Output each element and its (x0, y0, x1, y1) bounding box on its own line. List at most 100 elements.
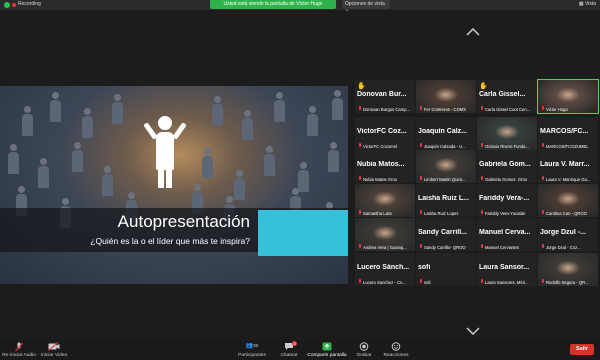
microphone-muted-icon (420, 244, 422, 248)
participant-label-text: Victor Hugo (546, 107, 568, 112)
share-screen-button[interactable]: Compartir pantalla (304, 340, 350, 360)
participant-tile[interactable]: Fer Contreras - CDMX (416, 80, 476, 113)
participant-label-text: Carla Gissel Coot Cen... (485, 107, 531, 112)
participant-label: MARCOS/FCOZUMEL (540, 143, 598, 149)
participant-tile[interactable]: Fariddy Vera-... Fariddy Vera-Yucatán (477, 184, 537, 217)
participant-name: Jorge Dzul -... (540, 229, 586, 236)
participant-tile[interactable]: Carolina Can - QROO (538, 184, 598, 217)
participant-label-text: Laura V. Manrique Ga... (546, 177, 591, 182)
gallery-scroll-down-icon[interactable] (466, 327, 480, 335)
participant-label: Manuel Cervantes (479, 244, 537, 250)
participant-tile[interactable]: Jorge Dzul -... Jorge Dzul - Coz... (538, 218, 598, 251)
microphone-muted-icon (420, 106, 422, 110)
participant-tile[interactable]: Rodolfo Segura - QR... (538, 253, 598, 286)
participant-tile[interactable]: Lucero Sánch... Lucero Sanchez - Co... (355, 253, 415, 286)
participant-label: Joaquín Calzada - U... (418, 143, 476, 149)
unmute-button[interactable]: Re-iniciar Audio (2, 340, 36, 360)
participant-tile[interactable]: Laura Sansor... Laura Sansores, Méri... (477, 253, 537, 286)
share-screen-label: Compartir pantalla (307, 353, 347, 358)
participants-label: Participantes (238, 353, 266, 358)
participant-tile[interactable]: Limbert Martin Quint... (416, 150, 476, 183)
participant-tile[interactable]: Sandy Carrill... Sandy Carrillo- QROO (416, 218, 476, 251)
reactions-button[interactable]: Reacciones (380, 340, 412, 360)
participant-name: Donovan Bur... (357, 91, 407, 98)
record-button[interactable]: Grabar (352, 340, 376, 360)
participant-name: Laisha Ruiz L... (418, 195, 469, 202)
crowd-figure (272, 92, 286, 122)
security-shield-icon[interactable] (4, 2, 10, 8)
participant-tile[interactable]: Manuel Cerva... Manuel Cervantes (477, 218, 537, 251)
participant-label-text: Rodolfo Segura - QR... (546, 280, 589, 285)
participant-label: Carolina Can - QROO (540, 210, 598, 216)
microphone-muted-icon (359, 143, 361, 147)
participant-name: MARCOS/FC... (540, 128, 589, 135)
participant-tile[interactable]: Laura V. Marr... Laura V. Manrique Ga... (538, 150, 598, 183)
participant-label: Sandy Carrillo- QROO (418, 244, 476, 250)
participants-button[interactable]: 👥80 Participantes (234, 340, 270, 360)
participant-tile[interactable]: VictorFC Coz... VictorFC Cozumel (355, 117, 415, 150)
participant-label-text: Samantha Lara (363, 211, 392, 216)
participant-label: sofi (418, 279, 476, 285)
participant-tile[interactable]: Andrea Vera | Guanaj... (355, 218, 415, 251)
crowd-figure (326, 142, 340, 172)
view-options-label: Opciones de vista (345, 1, 385, 7)
participant-label: VictorFC Cozumel (357, 143, 415, 149)
participant-name: Joaquín Calz... (418, 128, 468, 135)
participant-tile[interactable]: Nubia Matos... Nubia Matos Groo (355, 150, 415, 183)
gallery-scroll-up-icon[interactable] (466, 28, 480, 36)
chat-button[interactable]: 3 Chatear (276, 340, 302, 360)
microphone-muted-icon (15, 342, 23, 352)
participant-tile[interactable]: ✋ Carla Gissel... Carla Gissel Coot Cen... (477, 80, 537, 113)
recording-label: Recording (18, 1, 41, 7)
crowd-figure (305, 106, 319, 136)
participant-label-text: Manuel Cervantes (485, 245, 519, 250)
microphone-muted-icon (420, 176, 422, 180)
participant-tile[interactable]: Gabriela Gom... Gabriela Gomez. Groo (477, 150, 537, 183)
leave-button[interactable]: Salir (570, 344, 594, 355)
participant-tile[interactable]: Victor Hugo (537, 79, 599, 114)
participant-label-text: Laisha Ruiz Lopez (424, 211, 459, 216)
crowd-figure (100, 166, 114, 196)
participant-label-text: Laura Sansores, Méri... (485, 280, 529, 285)
participant-label-text: Nubia Matos Groo (363, 177, 397, 182)
participant-name: Sandy Carrill... (418, 229, 468, 236)
view-button[interactable]: ▦ Vista (579, 1, 596, 7)
participant-label-text: sofi (424, 280, 431, 285)
participant-name: VictorFC Coz... (357, 128, 407, 135)
participant-label-text: Gabriela Gomez. Groo (485, 177, 528, 182)
microphone-muted-icon (481, 176, 483, 180)
participant-tile[interactable]: ✋ Donovan Bur... Donovan Burgos Camp... (355, 80, 415, 113)
participant-label: Limbert Martin Quint... (418, 176, 476, 182)
crowd-figure (70, 142, 84, 172)
microphone-muted-icon (420, 279, 422, 283)
participant-tile[interactable]: Joaquín Calz... Joaquín Calzada - U... (416, 117, 476, 150)
participant-label-text: Jorge Dzul - Coz... (546, 245, 581, 250)
crowd-figure (6, 144, 20, 174)
participant-label: Gabriela Gomez. Groo (479, 176, 537, 182)
participant-tile[interactable]: Octavio Rivero Funda... (477, 117, 537, 150)
screen-share-banner: Usted está viendo la pantalla de Víctor … (210, 0, 336, 9)
reactions-label: Reacciones (383, 353, 409, 358)
microphone-muted-icon (542, 244, 544, 248)
participants-count: 80 (253, 343, 259, 348)
participant-tile[interactable]: Laisha Ruiz L... Laisha Ruiz Lopez (416, 184, 476, 217)
participant-label: Fer Contreras - CDMX (418, 106, 476, 112)
meeting-toolbar: Re-iniciar Audio Iniciar Video 👥80 Parti… (0, 340, 600, 360)
record-label: Grabar (356, 353, 372, 358)
participant-name: Gabriela Gom... (479, 161, 531, 168)
recording-dot-icon (12, 3, 16, 7)
leader-figure-illustration (143, 116, 187, 188)
participant-label: Lucero Sanchez - Co... (357, 279, 415, 285)
raised-hand-icon: ✋ (357, 83, 366, 90)
participant-tile[interactable]: sofi sofi (416, 253, 476, 286)
view-options-button[interactable]: Opciones de vista ⌄ (342, 0, 390, 13)
participant-label-text: Sandy Carrillo- QROO (424, 245, 466, 250)
start-video-button[interactable]: Iniciar Video (38, 340, 70, 360)
record-icon (359, 342, 369, 351)
participant-tile[interactable]: MARCOS/FC... MARCOS/FCOZUMEL (538, 117, 598, 150)
participant-label-text: Andrea Vera | Guanaj... (363, 245, 407, 250)
participant-label: Laura Sansores, Méri... (479, 279, 537, 285)
microphone-muted-icon (481, 279, 483, 283)
start-video-label: Iniciar Video (40, 353, 68, 358)
participant-tile[interactable]: Samantha Lara (355, 184, 415, 217)
